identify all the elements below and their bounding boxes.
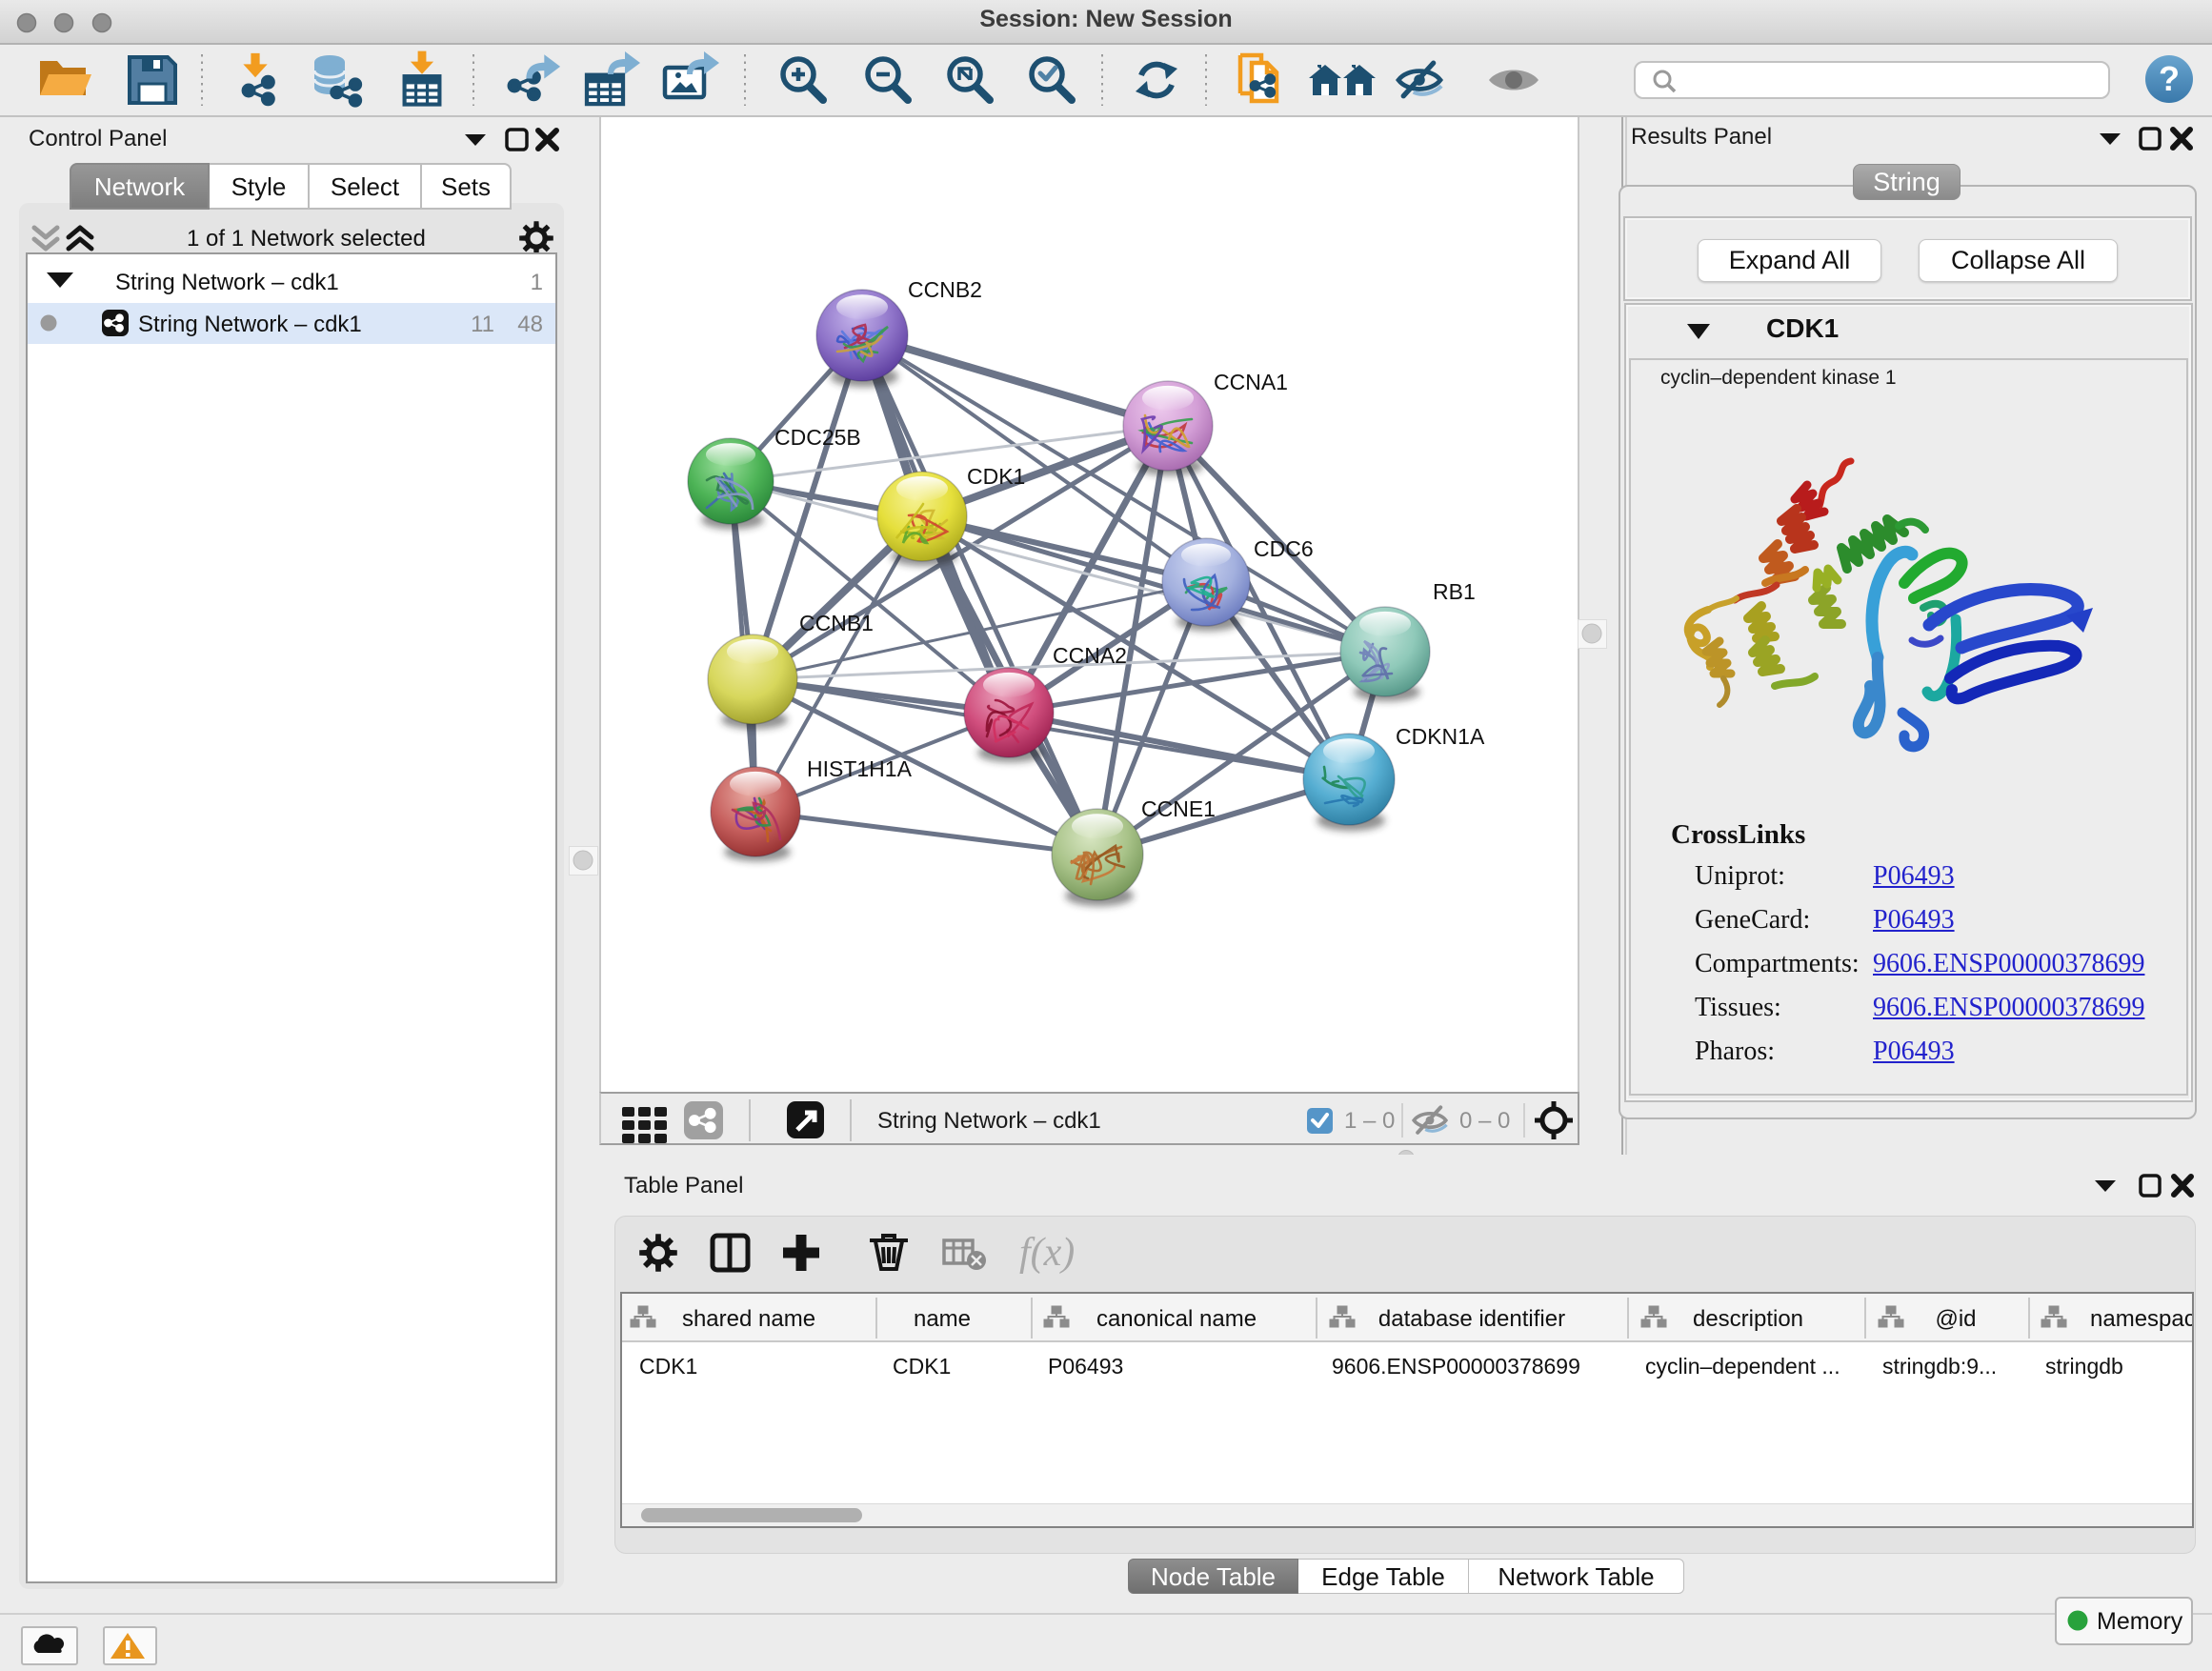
svg-text:String Network – cdk1: String Network – cdk1	[877, 1108, 1101, 1134]
svg-text:shared name: shared name	[682, 1306, 815, 1332]
svg-text:stringdb:9...: stringdb:9...	[1882, 1354, 1997, 1379]
svg-text:@id: @id	[1935, 1306, 1976, 1332]
svg-text:?: ?	[2159, 59, 2180, 98]
svg-text:String Network – cdk1: String Network – cdk1	[138, 312, 362, 337]
svg-text:canonical name: canonical name	[1096, 1306, 1257, 1332]
svg-text:name: name	[914, 1306, 971, 1332]
svg-text:CCNB1: CCNB1	[799, 611, 874, 635]
svg-text:CDK1: CDK1	[639, 1354, 697, 1379]
svg-text:1 – 0: 1 – 0	[1344, 1108, 1395, 1134]
svg-text:f(x): f(x)	[1019, 1231, 1075, 1275]
svg-text:RB1: RB1	[1433, 579, 1476, 604]
svg-text:namespace: namespace	[2090, 1306, 2192, 1332]
svg-text:9606.ENSP00000378699: 9606.ENSP00000378699	[1332, 1354, 1580, 1379]
svg-text:CDKN1A: CDKN1A	[1396, 724, 1485, 749]
svg-text:HIST1H1A: HIST1H1A	[807, 756, 913, 781]
svg-text:11: 11	[471, 312, 494, 337]
svg-text:CDK1: CDK1	[967, 464, 1025, 489]
svg-text:P06493: P06493	[1048, 1354, 1123, 1379]
svg-text:String Network – cdk1: String Network – cdk1	[115, 270, 339, 295]
svg-text:0 – 0: 0 – 0	[1459, 1108, 1510, 1134]
svg-text:Memory: Memory	[2097, 1608, 2183, 1635]
svg-text:CDK1: CDK1	[893, 1354, 951, 1379]
svg-text:CDC6: CDC6	[1254, 536, 1314, 561]
svg-text:1: 1	[531, 270, 543, 295]
svg-text:CCNA1: CCNA1	[1214, 370, 1288, 394]
svg-text:48: 48	[517, 312, 543, 337]
svg-text:CCNB2: CCNB2	[908, 277, 982, 302]
svg-text:CDC25B: CDC25B	[774, 425, 861, 450]
svg-text:stringdb: stringdb	[2045, 1354, 2123, 1379]
svg-text:1 of 1 Network selected: 1 of 1 Network selected	[187, 226, 426, 252]
svg-text:CCNA2: CCNA2	[1053, 643, 1127, 668]
svg-text:cyclin–dependent ...: cyclin–dependent ...	[1645, 1354, 1840, 1379]
svg-text:database identifier: database identifier	[1378, 1306, 1565, 1332]
svg-text:description: description	[1693, 1306, 1803, 1332]
svg-text:CCNE1: CCNE1	[1141, 796, 1216, 821]
